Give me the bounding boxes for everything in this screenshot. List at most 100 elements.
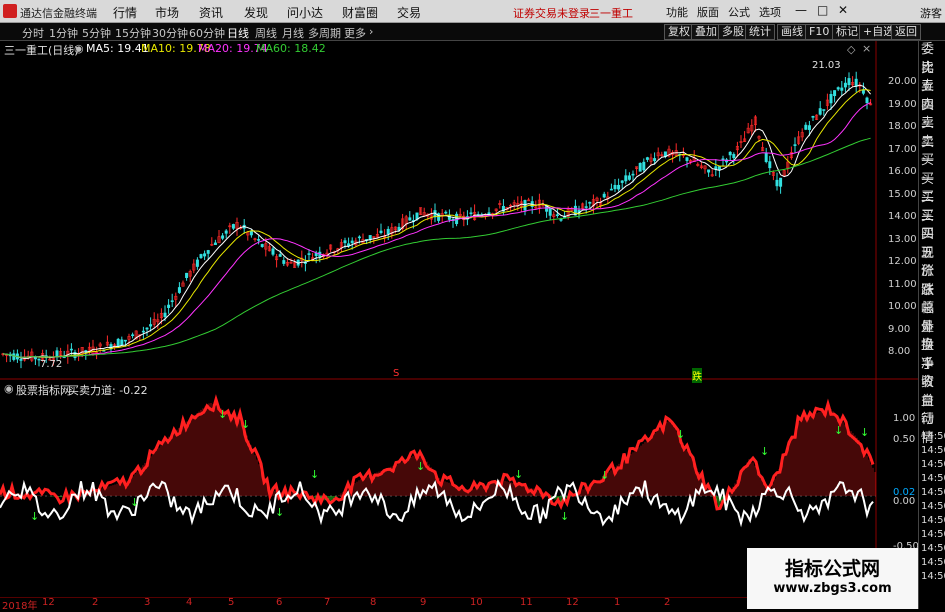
- candle-body: [131, 334, 135, 337]
- diamond-icon[interactable]: ◇: [847, 43, 855, 56]
- sell-arrow-icon: ↓: [416, 460, 425, 473]
- price-tick-label: 14.00: [888, 211, 917, 222]
- sell-arrow-icon: ↓: [860, 426, 869, 439]
- buy-arrow-icon: ↓: [560, 510, 569, 523]
- sidebar-item[interactable]: 14:50: [919, 556, 945, 570]
- indicator-settings-icon[interactable]: ◉: [4, 382, 14, 395]
- price-tick-label: 18.00: [888, 121, 917, 132]
- candle-body: [350, 240, 354, 244]
- ma5-line: [2, 84, 871, 359]
- candle-body: [307, 253, 311, 255]
- date-tick-label: 12: [42, 597, 55, 608]
- candle-body: [149, 324, 153, 327]
- date-tick-label: 4: [186, 597, 193, 608]
- sidebar-item[interactable]: 14:50: [919, 472, 945, 486]
- candle-body: [642, 161, 646, 171]
- date-tick-label: 9: [420, 597, 427, 608]
- candle-body: [609, 188, 613, 191]
- buy-arrow-icon: ↓: [275, 506, 284, 519]
- sidebar-item[interactable]: 现价: [919, 245, 945, 280]
- sell-arrow-icon: ↓: [514, 468, 523, 481]
- candle-body: [854, 78, 858, 87]
- sidebar-item[interactable]: 总量: [919, 300, 945, 335]
- price-tick-label: 9.00: [888, 323, 911, 335]
- low-price-mark: 7.72: [40, 359, 63, 370]
- kline-chart-canvas[interactable]: ↓ ↓ ↓ ↓ ↓ ↓ ↓ ↓ ↓ ↓ ↓ ↓ ↓ ↓: [0, 0, 945, 609]
- sidebar-item[interactable]: 自动: [919, 393, 945, 428]
- candle-body: [177, 287, 181, 293]
- candle-body: [631, 173, 635, 176]
- sell-arrow-icon: ↓: [760, 445, 769, 458]
- sidebar-item[interactable]: 14:50: [919, 542, 945, 556]
- price-tick-label: 16.00: [888, 166, 917, 177]
- price-tick-label: 12.00: [888, 256, 917, 267]
- sidebar-item[interactable]: 14:50: [919, 528, 945, 542]
- date-tick-label: 8: [370, 597, 377, 608]
- candle-body: [620, 180, 624, 183]
- candle-body: [768, 161, 772, 169]
- sidebar-item[interactable]: 买二: [919, 171, 945, 206]
- ma20-line: [2, 102, 871, 358]
- indicator-value: 买卖力道: -0.22: [68, 384, 148, 397]
- ma60-label: MA60: 18.42: [256, 42, 326, 55]
- sidebar-item[interactable]: 委比: [919, 41, 945, 76]
- date-tick-label: 7: [324, 597, 331, 608]
- sidebar-item[interactable]: 14:50: [919, 430, 945, 444]
- price-tick-label: 20.00: [888, 76, 917, 87]
- candle-body: [764, 152, 768, 163]
- sidebar-item[interactable]: 卖五: [919, 60, 945, 95]
- candle-body: [843, 82, 847, 88]
- sidebar-item[interactable]: 卖三: [919, 97, 945, 132]
- price-tick-label: 11.00: [888, 278, 917, 290]
- date-tick-label: 5: [228, 597, 235, 608]
- sell-marker: S: [393, 368, 400, 379]
- candle-body: [145, 327, 149, 330]
- candle-body: [357, 236, 361, 239]
- sidebar-item[interactable]: 买三: [919, 189, 945, 224]
- sidebar-item[interactable]: 14:50: [919, 458, 945, 472]
- candle-body: [408, 217, 412, 221]
- candle-body: [613, 184, 617, 190]
- candle-body: [811, 115, 815, 118]
- sidebar-item[interactable]: 卖四: [919, 78, 945, 113]
- candle-body: [282, 260, 286, 264]
- sidebar-item[interactable]: 14:50: [919, 570, 945, 584]
- candle-body: [728, 151, 732, 156]
- candle-body: [170, 300, 174, 303]
- price-tick-label: 13.00: [888, 233, 917, 245]
- candle-body: [249, 231, 253, 236]
- sidebar-item[interactable]: 卖二: [919, 115, 945, 150]
- sidebar-item[interactable]: 买四: [919, 208, 945, 243]
- ma10-line: [2, 89, 871, 358]
- candle-body: [221, 235, 225, 239]
- sidebar-item[interactable]: 买一: [919, 152, 945, 187]
- candle-body: [822, 109, 826, 111]
- sidebar-item[interactable]: 收益: [919, 374, 945, 409]
- sidebar-item[interactable]: 涨跌: [919, 263, 945, 298]
- sidebar-item[interactable]: 14:50: [919, 514, 945, 528]
- sidebar-item[interactable]: 换手: [919, 337, 945, 372]
- sidebar-item[interactable]: 外盘: [919, 319, 945, 354]
- candle-body: [116, 338, 120, 347]
- indicator-name: 股票指标网: [16, 384, 71, 397]
- date-tick-label: 12: [566, 597, 579, 608]
- close-icon[interactable]: ×: [862, 42, 871, 55]
- candle-body: [818, 108, 822, 115]
- sidebar-item[interactable]: 行情: [919, 411, 945, 446]
- candle-body: [627, 175, 631, 180]
- candle-body: [793, 144, 797, 146]
- sidebar-item[interactable]: 涨幅: [919, 282, 945, 317]
- sidebar-item[interactable]: 14:50: [919, 444, 945, 458]
- candle-body: [199, 254, 203, 259]
- price-tick-label: 19.00: [888, 98, 917, 110]
- candle-body: [257, 239, 261, 241]
- settings-circle-icon[interactable]: ◉: [74, 42, 84, 55]
- sidebar-item[interactable]: 卖一: [919, 134, 945, 169]
- sidebar-item[interactable]: 买五: [919, 226, 945, 261]
- date-tick-label: 1: [614, 597, 621, 608]
- candle-body: [141, 330, 145, 333]
- sidebar-item[interactable]: 14:50: [919, 500, 945, 514]
- sidebar-item[interactable]: 净资: [919, 356, 945, 391]
- watermark-title: 指标公式网: [784, 558, 880, 580]
- sidebar-item[interactable]: 14:50: [919, 486, 945, 500]
